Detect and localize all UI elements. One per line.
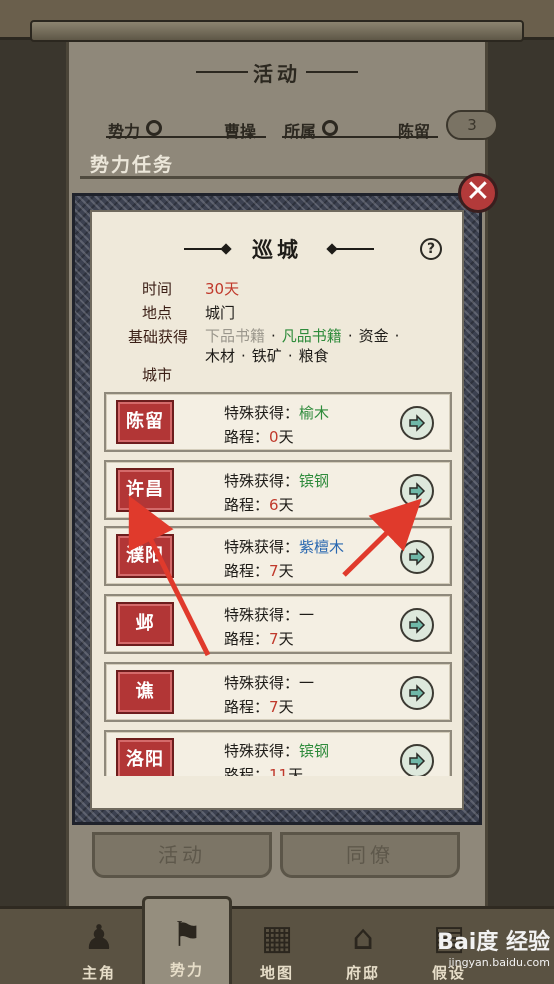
reward-item: 下品书籍 bbox=[205, 327, 266, 345]
reward-item: 资金 bbox=[358, 327, 389, 345]
force-filter-underline bbox=[106, 136, 266, 138]
reward-item: 木材 bbox=[205, 347, 236, 365]
city-name-tag: 邺 bbox=[116, 602, 174, 646]
tab-activity[interactable]: 活动 bbox=[92, 832, 272, 878]
title-ornament-right bbox=[330, 248, 374, 250]
base-reward-label: 基础获得 bbox=[127, 328, 188, 346]
route-days: 路程：6天 bbox=[224, 496, 294, 514]
route-days: 路程：7天 bbox=[224, 562, 294, 580]
special-reward: 特殊获得：一 bbox=[224, 606, 315, 624]
arrow-right-icon bbox=[409, 684, 426, 702]
nav-item-map[interactable]: ▦ 地图 bbox=[232, 910, 322, 984]
scroll-rod-decoration bbox=[30, 20, 524, 42]
go-arrow-button[interactable] bbox=[400, 608, 434, 642]
tab-colleague[interactable]: 同僚 bbox=[280, 832, 460, 878]
special-reward: 特殊获得：镔钢 bbox=[224, 742, 330, 760]
reward-item: 铁矿 bbox=[251, 347, 282, 365]
title-ornament-right bbox=[306, 71, 358, 73]
go-arrow-button[interactable] bbox=[400, 676, 434, 710]
city-name-tag: 濮阳 bbox=[116, 534, 174, 578]
place-value: 城门 bbox=[205, 304, 236, 322]
time-label: 时间 bbox=[141, 280, 172, 298]
section-divider bbox=[80, 176, 480, 179]
cloud-badge[interactable]: 3 bbox=[446, 110, 498, 140]
route-days: 路程：7天 bbox=[224, 630, 294, 648]
go-arrow-button[interactable] bbox=[400, 744, 434, 776]
time-value: 30天 bbox=[205, 280, 240, 298]
special-reward: 特殊获得：紫檀木 bbox=[224, 538, 345, 556]
map-icon: ▦ bbox=[260, 918, 294, 958]
belong-filter-value[interactable]: 陈留 bbox=[398, 118, 430, 142]
arrow-right-icon bbox=[409, 548, 426, 566]
help-icon[interactable]: ? bbox=[420, 238, 442, 260]
base-reward-list: 下品书籍 · 凡品书籍 · 资金 · 木材 · 铁矿 · 粮食 bbox=[205, 327, 400, 365]
nav-item-force[interactable]: ⚑ 势力 bbox=[142, 896, 232, 984]
reward-item: 凡品书籍 bbox=[281, 327, 342, 345]
section-title: 势力任务 bbox=[90, 154, 175, 176]
belong-filter-underline bbox=[282, 136, 438, 138]
reward-item: 粮食 bbox=[298, 347, 329, 365]
search-icon[interactable] bbox=[146, 120, 162, 136]
special-reward: 特殊获得：一 bbox=[224, 674, 315, 692]
city-name-tag: 洛阳 bbox=[116, 738, 174, 776]
go-arrow-button[interactable] bbox=[400, 540, 434, 574]
force-filter-label: 势力 bbox=[108, 122, 141, 141]
city-name-tag: 许昌 bbox=[116, 468, 174, 512]
city-row[interactable]: 邺 特殊获得：一 路程：7天 bbox=[104, 594, 452, 654]
arrow-right-icon bbox=[409, 482, 426, 500]
watermark-site: jingyan.baidu.com bbox=[448, 956, 550, 969]
watermark-brand: Bai度 经验 bbox=[437, 930, 550, 955]
arrow-right-icon bbox=[409, 752, 426, 770]
force-filter-value[interactable]: 曹操 bbox=[224, 118, 256, 142]
city-name-tag: 谯 bbox=[116, 670, 174, 714]
route-days: 路程：11天 bbox=[224, 766, 304, 776]
page-title: 活动 bbox=[253, 62, 301, 86]
city-row[interactable]: 陈留 特殊获得：榆木 路程：0天 bbox=[104, 392, 452, 452]
arrow-right-icon bbox=[409, 414, 426, 432]
close-button[interactable]: ✕ bbox=[458, 173, 498, 213]
city-list[interactable]: 陈留 特殊获得：榆木 路程：0天 许昌 特殊获得：镔钢 路程：6天 濮阳 特殊获… bbox=[104, 392, 452, 776]
search-icon[interactable] bbox=[322, 120, 338, 136]
mansion-icon: ⌂ bbox=[352, 918, 374, 958]
nav-item-protagonist[interactable]: ♟ 主角 bbox=[54, 910, 144, 984]
belong-filter-label: 所属 bbox=[284, 122, 317, 141]
city-row[interactable]: 谯 特殊获得：一 路程：7天 bbox=[104, 662, 452, 722]
city-row[interactable]: 洛阳 特殊获得：镔钢 路程：11天 bbox=[104, 730, 452, 776]
go-arrow-button[interactable] bbox=[400, 406, 434, 440]
route-days: 路程：0天 bbox=[224, 428, 294, 446]
go-arrow-button[interactable] bbox=[400, 474, 434, 508]
city-row[interactable]: 许昌 特殊获得：镔钢 路程：6天 bbox=[104, 460, 452, 520]
modal-title: 巡城 bbox=[252, 238, 302, 262]
special-reward: 特殊获得：镔钢 bbox=[224, 472, 330, 490]
city-name-tag: 陈留 bbox=[116, 400, 174, 444]
city-label: 城市 bbox=[141, 366, 172, 384]
flag-icon: ⚑ bbox=[171, 915, 203, 955]
route-days: 路程：7天 bbox=[224, 698, 294, 716]
nav-item-mansion[interactable]: ⌂ 府邸 bbox=[318, 910, 408, 984]
character-icon: ♟ bbox=[83, 918, 115, 958]
city-row[interactable]: 濮阳 特殊获得：紫檀木 路程：7天 bbox=[104, 526, 452, 586]
special-reward: 特殊获得：榆木 bbox=[224, 404, 330, 422]
place-label: 地点 bbox=[141, 304, 172, 322]
arrow-right-icon bbox=[409, 616, 426, 634]
watermark: Bai度 经验 jingyan.baidu.com bbox=[420, 930, 550, 970]
